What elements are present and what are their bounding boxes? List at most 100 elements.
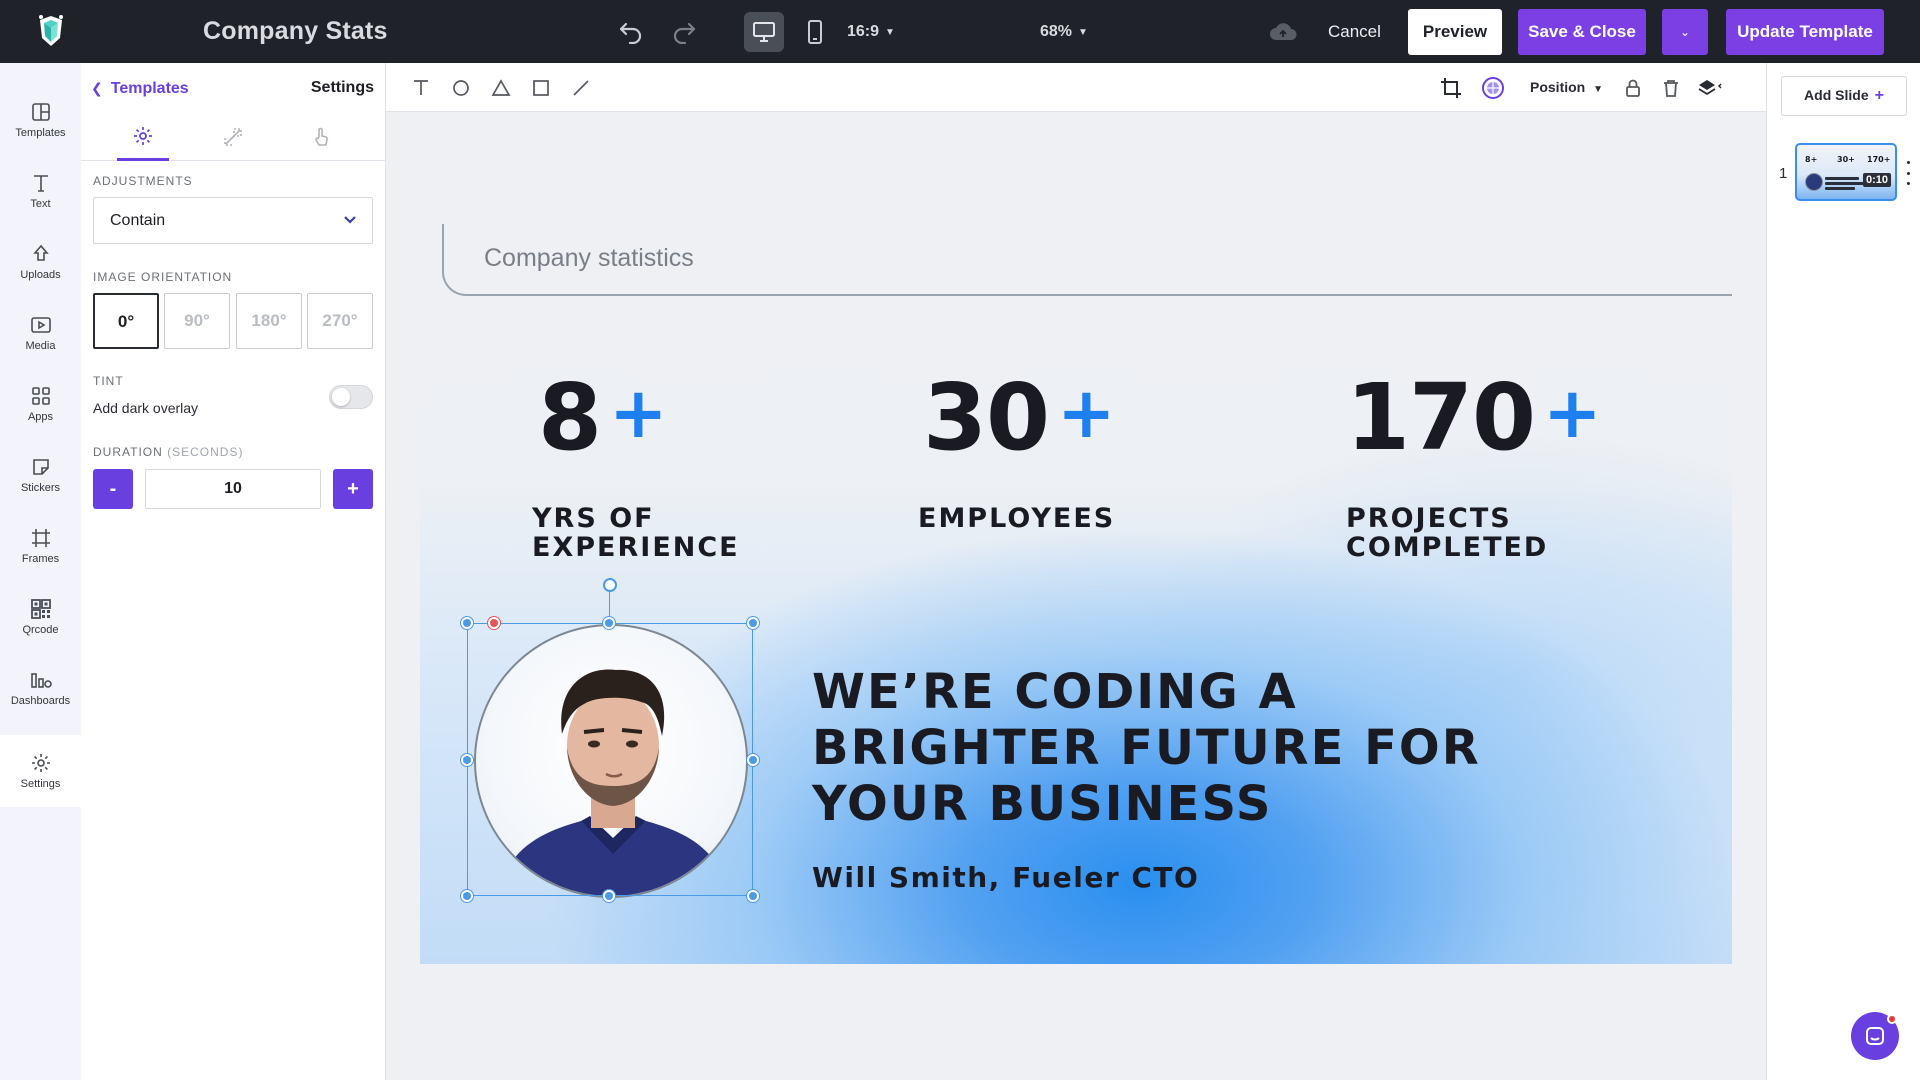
- cloud-save-icon: [1266, 18, 1300, 46]
- add-slide-button[interactable]: Add Slide +: [1781, 76, 1907, 116]
- duration-increase-button[interactable]: +: [333, 469, 373, 509]
- mobile-view-icon[interactable]: [797, 12, 833, 52]
- rail-item-templates[interactable]: Templates: [0, 85, 81, 155]
- rail-item-qrcode[interactable]: Qrcode: [0, 582, 81, 652]
- sticker-icon: [32, 459, 49, 475]
- update-template-button[interactable]: Update Template: [1726, 9, 1884, 55]
- color-filter-icon[interactable]: [1478, 73, 1508, 103]
- dark-overlay-toggle[interactable]: [329, 385, 373, 409]
- thumb-text-line: [1825, 182, 1865, 185]
- resize-handle[interactable]: [747, 754, 759, 766]
- panel-tabs: [81, 113, 386, 161]
- canvas-toolbar: Position ▼: [386, 63, 1766, 112]
- slide-thumbnail[interactable]: 8+ 30+ 170+ 0:10: [1795, 143, 1897, 201]
- resize-handle[interactable]: [461, 617, 473, 629]
- document-title[interactable]: Company Stats: [203, 0, 388, 63]
- media-icon: [30, 317, 51, 333]
- stat-plus: +: [1543, 372, 1602, 454]
- back-link-label: Templates: [110, 80, 189, 97]
- back-to-templates-link[interactable]: ❮ Templates: [91, 63, 189, 113]
- rail-item-stickers[interactable]: Stickers: [0, 440, 81, 510]
- orientation-0-button[interactable]: 0°: [93, 293, 159, 349]
- thumb-text-line: [1825, 187, 1855, 190]
- aspect-ratio-value: 16:9: [847, 23, 880, 40]
- rail-label: Stickers: [20, 482, 61, 494]
- tab-settings[interactable]: [117, 113, 169, 161]
- resize-handle[interactable]: [603, 617, 615, 629]
- resize-handle[interactable]: [747, 617, 759, 629]
- rail-item-settings[interactable]: Settings: [0, 735, 81, 807]
- lock-icon[interactable]: [1618, 73, 1648, 103]
- rail-item-text[interactable]: Text: [0, 156, 81, 226]
- duration-input[interactable]: [145, 469, 321, 509]
- rail-item-apps[interactable]: Apps: [0, 369, 81, 439]
- crop-handle[interactable]: [488, 617, 500, 629]
- adjustment-select[interactable]: Contain: [93, 197, 373, 244]
- resize-handle[interactable]: [461, 754, 473, 766]
- save-options-dropdown-button[interactable]: ⌄: [1662, 9, 1708, 55]
- stat-label[interactable]: YRS OF EXPERIENCE: [532, 504, 740, 562]
- orientation-180-button[interactable]: 180°: [236, 293, 302, 349]
- chat-icon: [1866, 1027, 1884, 1045]
- stat-value[interactable]: 30 +: [923, 364, 1116, 471]
- slide-headline[interactable]: WE’RE CODING A BRIGHTER FUTURE FOR YOUR …: [812, 664, 1632, 832]
- upload-icon: [32, 244, 49, 261]
- rail-item-dashboards[interactable]: Dashboards: [0, 653, 81, 723]
- slide-heading[interactable]: Company statistics: [484, 244, 694, 273]
- plus-icon: +: [1874, 87, 1884, 104]
- aspect-ratio-dropdown[interactable]: 16:9 ▼: [847, 0, 895, 63]
- undo-icon[interactable]: [612, 14, 650, 50]
- support-chat-button[interactable]: [1851, 1012, 1899, 1060]
- slide-menu-icon[interactable]: [1903, 161, 1913, 185]
- thumb-stat: 8+: [1805, 155, 1818, 164]
- touch-icon: [315, 127, 328, 146]
- slide-number: 1: [1779, 165, 1788, 182]
- chevron-down-icon: ▼: [885, 27, 895, 38]
- zoom-dropdown[interactable]: 68% ▼: [1040, 0, 1088, 63]
- position-label: Position: [1530, 79, 1586, 95]
- rail-item-frames[interactable]: Frames: [0, 511, 81, 581]
- app-logo-icon[interactable]: [36, 14, 66, 48]
- stat-label[interactable]: PROJECTS COMPLETED: [1346, 504, 1548, 562]
- orientation-270-button[interactable]: 270°: [307, 293, 373, 349]
- stat-plus: +: [1057, 372, 1116, 454]
- stat-value[interactable]: 8 +: [538, 364, 668, 471]
- resize-handle[interactable]: [603, 890, 615, 902]
- preview-button[interactable]: Preview: [1408, 9, 1502, 55]
- save-close-button[interactable]: Save & Close: [1518, 9, 1646, 55]
- chevron-down-icon: ▼: [1078, 27, 1088, 38]
- tint-label: TINT: [93, 374, 124, 388]
- cancel-button[interactable]: Cancel: [1316, 0, 1393, 63]
- rectangle-tool-icon[interactable]: [526, 73, 556, 103]
- stat-number: 8: [538, 364, 602, 471]
- redo-icon[interactable]: [665, 14, 703, 50]
- stat-label[interactable]: EMPLOYEES: [918, 504, 1115, 533]
- orientation-90-button[interactable]: 90°: [164, 293, 230, 349]
- rail-label: Text: [30, 198, 51, 210]
- chevron-down-icon: ▼: [1593, 84, 1604, 95]
- rail-item-media[interactable]: Media: [0, 298, 81, 368]
- desktop-view-icon[interactable]: [744, 12, 784, 52]
- rotate-handle[interactable]: [603, 578, 617, 592]
- slide-canvas[interactable]: Company statistics 8 + YRS OF EXPERIENCE …: [420, 224, 1732, 964]
- tab-interaction[interactable]: [295, 113, 347, 161]
- resize-handle[interactable]: [747, 890, 759, 902]
- zoom-value: 68%: [1040, 23, 1073, 40]
- layers-icon[interactable]: [1696, 73, 1726, 103]
- position-dropdown[interactable]: Position ▼: [1530, 63, 1603, 112]
- line-tool-icon[interactable]: [566, 73, 596, 103]
- crop-icon[interactable]: [1436, 73, 1466, 103]
- tab-animation[interactable]: [207, 113, 259, 161]
- rail-item-uploads[interactable]: Uploads: [0, 227, 81, 297]
- stat-value[interactable]: 170 +: [1346, 364, 1602, 471]
- triangle-tool-icon[interactable]: [486, 73, 516, 103]
- stat-number: 30: [923, 364, 1050, 471]
- circle-tool-icon[interactable]: [446, 73, 476, 103]
- resize-handle[interactable]: [461, 890, 473, 902]
- duration-decrease-button[interactable]: -: [93, 469, 133, 509]
- gear-icon: [134, 126, 152, 145]
- slide-byline[interactable]: Will Smith, Fueler CTO: [812, 861, 1199, 894]
- text-tool-icon[interactable]: [406, 73, 436, 103]
- delete-icon[interactable]: [1656, 73, 1686, 103]
- chevron-left-icon: ❮: [91, 80, 103, 96]
